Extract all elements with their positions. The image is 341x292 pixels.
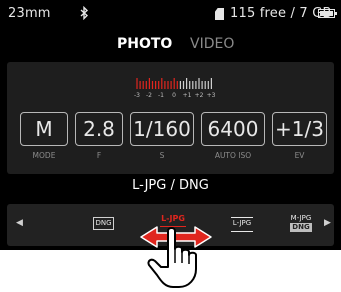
format-option-mjpg-dng[interactable]: M-JPG DNG bbox=[290, 214, 312, 232]
focal-length: 23mm bbox=[8, 6, 51, 21]
meter-tick bbox=[170, 81, 172, 89]
meter-tick bbox=[201, 81, 203, 89]
meter-tick bbox=[142, 81, 144, 89]
meter-tick bbox=[164, 81, 166, 89]
meter-scale-m3: -3 bbox=[134, 92, 140, 99]
format-option-dng-text: DNG bbox=[290, 223, 312, 232]
exposure-compensation-label: EV bbox=[294, 151, 305, 160]
meter-tick bbox=[145, 81, 147, 89]
meter-scale-m2: -2 bbox=[146, 92, 152, 99]
bluetooth-icon bbox=[80, 6, 89, 20]
storage-remaining: 115 free / 7 GB bbox=[230, 6, 332, 21]
iso-label: AUTO ISO bbox=[214, 151, 252, 160]
meter-tick bbox=[182, 81, 185, 89]
aperture-label: F bbox=[96, 151, 102, 160]
tab-photo[interactable]: PHOTO bbox=[117, 34, 172, 54]
meter-tick bbox=[195, 81, 197, 89]
format-option-dng[interactable]: DNG bbox=[93, 217, 114, 230]
shutter-speed-value[interactable]: 1/160 bbox=[130, 112, 194, 146]
meter-tick bbox=[189, 81, 191, 89]
meter-tick bbox=[136, 78, 138, 89]
meter-scale-p1: +1 bbox=[183, 92, 192, 99]
sd-card-icon bbox=[215, 8, 224, 20]
meter-tick bbox=[167, 81, 169, 89]
meter-tick bbox=[192, 81, 194, 89]
meter-scale-m1: -1 bbox=[158, 92, 164, 99]
file-format-label: L-JPG / DNG bbox=[132, 178, 209, 193]
meter-tick bbox=[207, 81, 209, 89]
arrow-left-icon[interactable]: ◀ bbox=[16, 218, 23, 228]
format-option-mjpg-text: M-JPG bbox=[290, 214, 312, 222]
meter-tick bbox=[210, 78, 212, 89]
meter-tick bbox=[161, 78, 163, 89]
shutter-speed-label: S bbox=[159, 151, 165, 160]
format-option-ljpg[interactable]: L-JPG bbox=[231, 217, 253, 232]
meter-tick bbox=[148, 78, 150, 89]
meter-tick bbox=[198, 78, 200, 89]
camera-screen: 23mm 115 free / 7 GB PHOTO VIDEO -3 -2 -… bbox=[0, 0, 341, 250]
mode-label: MODE bbox=[32, 151, 56, 160]
meter-tick bbox=[155, 81, 157, 89]
arrow-right-icon[interactable]: ▶ bbox=[324, 218, 331, 228]
meter-tick bbox=[173, 78, 175, 89]
meter-tick bbox=[186, 78, 188, 89]
meter-tick bbox=[179, 81, 181, 89]
meter-tick bbox=[176, 81, 178, 89]
meter-scale-p3: +3 bbox=[207, 92, 216, 99]
aperture-value[interactable]: 2.8 bbox=[75, 112, 123, 146]
meter-tick bbox=[204, 81, 206, 89]
exposure-compensation-value[interactable]: +1/3 bbox=[272, 112, 327, 146]
exposure-meter: -3 -2 -1 0 +1 +2 +3 bbox=[134, 78, 216, 99]
iso-value[interactable]: 6400 bbox=[201, 112, 265, 146]
battery-icon bbox=[318, 9, 337, 18]
meter-tick bbox=[158, 81, 160, 89]
swipe-horizontal-icon bbox=[140, 226, 212, 288]
mode-value[interactable]: M bbox=[20, 112, 68, 146]
tab-video[interactable]: VIDEO bbox=[190, 34, 234, 54]
meter-tick bbox=[151, 81, 154, 89]
meter-scale-0: 0 bbox=[172, 92, 176, 99]
meter-tick bbox=[139, 81, 141, 89]
meter-scale-p2: +2 bbox=[195, 92, 204, 99]
